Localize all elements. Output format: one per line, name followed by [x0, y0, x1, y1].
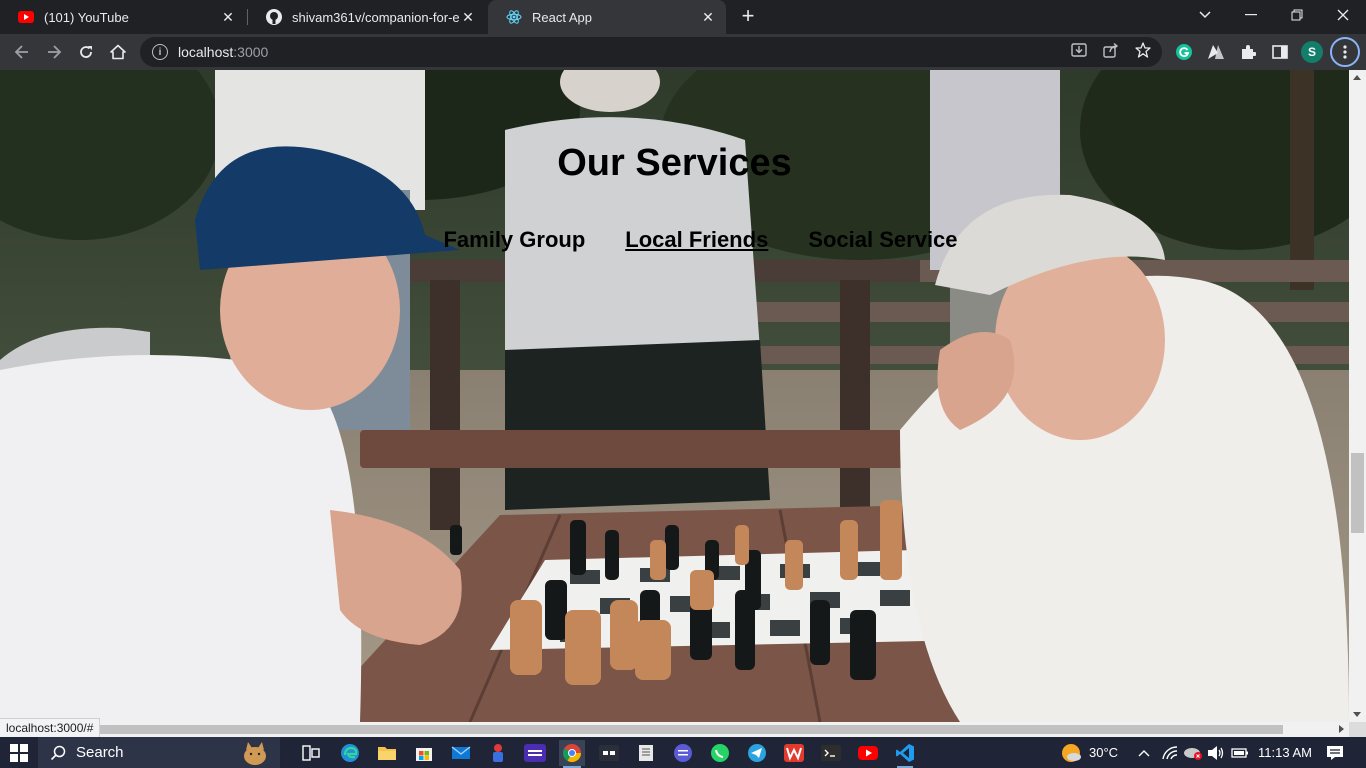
notepad-icon[interactable]	[633, 740, 659, 766]
task-view-icon[interactable]	[298, 740, 324, 766]
vertical-scrollbar[interactable]	[1349, 70, 1366, 722]
weather-temperature[interactable]: 30°C	[1089, 737, 1118, 768]
page-viewport: Our Services Family Group Local Friends …	[0, 70, 1349, 722]
horizontal-scroll-thumb[interactable]	[17, 725, 1283, 734]
close-window-button[interactable]	[1320, 0, 1366, 30]
windows-taskbar: Search 30°C 11:13 AM	[0, 737, 1366, 768]
clock-time[interactable]: 11:13 AM	[1258, 737, 1312, 768]
profile-avatar[interactable]: S	[1301, 41, 1323, 63]
tab-title: React App	[532, 9, 592, 25]
scrollbar-corner	[1349, 722, 1366, 737]
notification-center-icon[interactable]	[1322, 740, 1348, 766]
site-info-icon[interactable]: i	[152, 44, 168, 60]
home-button[interactable]	[104, 38, 132, 66]
vscode-icon[interactable]	[892, 740, 918, 766]
vertical-scroll-thumb[interactable]	[1351, 453, 1364, 533]
side-panel-icon[interactable]	[1269, 41, 1291, 63]
tab-title: shivam361v/companion-for-elde	[292, 9, 460, 25]
service-link-family-group[interactable]: Family Group	[443, 227, 585, 253]
weather-icon[interactable]	[1058, 740, 1084, 766]
link-status-bar: localhost:3000/#	[0, 718, 101, 737]
app-icon-red-figure[interactable]	[485, 740, 511, 766]
scroll-right-arrow-icon[interactable]	[1339, 725, 1344, 733]
tab-strip: (101) YouTube ✕ shivam361v/companion-for…	[0, 0, 1366, 34]
amazon-music-icon[interactable]	[522, 740, 548, 766]
battery-icon[interactable]	[1227, 740, 1253, 766]
mail-icon[interactable]	[448, 740, 474, 766]
react-icon	[506, 9, 522, 25]
back-button[interactable]	[8, 38, 36, 66]
terminal-icon[interactable]	[818, 740, 844, 766]
search-label: Search	[76, 744, 124, 761]
minimize-button[interactable]	[1228, 0, 1274, 30]
services-section: Our Services Family Group Local Friends …	[0, 70, 1349, 722]
tab-youtube[interactable]: (101) YouTube ✕	[0, 0, 246, 34]
close-icon[interactable]: ✕	[220, 9, 236, 25]
github-icon	[266, 9, 282, 25]
youtube-app-icon[interactable]	[855, 740, 881, 766]
address-bar[interactable]: i localhost:3000	[140, 37, 1162, 67]
service-link-local-friends[interactable]: Local Friends	[625, 227, 768, 253]
close-icon[interactable]: ✕	[460, 9, 476, 25]
forward-button[interactable]	[40, 38, 68, 66]
tab-search-button[interactable]	[1182, 0, 1228, 30]
wps-office-icon[interactable]	[781, 740, 807, 766]
browser-toolbar: i localhost:3000 S	[0, 34, 1366, 70]
extensions-puzzle-icon[interactable]	[1237, 41, 1259, 63]
app-icon-purple-circle[interactable]	[670, 740, 696, 766]
edge-browser-icon[interactable]	[337, 740, 363, 766]
tab-title: (101) YouTube	[44, 9, 129, 25]
horizontal-scrollbar[interactable]	[0, 722, 1349, 737]
taskbar-search-box[interactable]: Search	[38, 737, 280, 768]
sk-app-icon[interactable]	[596, 740, 622, 766]
youtube-icon	[18, 9, 34, 25]
restore-button[interactable]	[1274, 0, 1320, 30]
address-host: localhost	[178, 44, 234, 60]
search-highlight-cat-icon	[244, 742, 266, 765]
tab-github[interactable]: shivam361v/companion-for-elde ✕	[248, 0, 486, 34]
chrome-menu-button[interactable]	[1330, 37, 1360, 67]
tab-react-app[interactable]: React App ✕	[488, 0, 726, 34]
new-tab-button[interactable]: +	[736, 5, 760, 29]
grammarly-icon[interactable]	[1173, 41, 1195, 63]
microsoft-store-icon[interactable]	[411, 740, 437, 766]
services-heading: Our Services	[557, 142, 792, 184]
services-nav: Family Group Local Friends Social Servic…	[0, 227, 1349, 253]
scroll-down-arrow-icon[interactable]	[1353, 712, 1361, 717]
bookmark-star-icon[interactable]	[1134, 41, 1152, 59]
search-icon	[50, 745, 66, 760]
extension-triangle-icon[interactable]	[1205, 41, 1227, 63]
scroll-up-arrow-icon[interactable]	[1353, 75, 1361, 80]
whatsapp-icon[interactable]	[707, 740, 733, 766]
install-app-icon[interactable]	[1070, 41, 1088, 59]
file-explorer-icon[interactable]	[374, 740, 400, 766]
reload-button[interactable]	[72, 38, 100, 66]
close-icon[interactable]: ✕	[700, 9, 716, 25]
chrome-icon[interactable]	[559, 740, 585, 766]
show-hidden-icons-chevron-icon[interactable]	[1131, 740, 1157, 766]
windows-start-icon[interactable]	[6, 740, 32, 766]
volume-icon[interactable]	[1203, 740, 1229, 766]
address-port: :3000	[233, 44, 269, 60]
telegram-icon[interactable]	[744, 740, 770, 766]
service-link-social-service[interactable]: Social Service	[808, 227, 957, 253]
share-icon[interactable]	[1102, 41, 1120, 59]
